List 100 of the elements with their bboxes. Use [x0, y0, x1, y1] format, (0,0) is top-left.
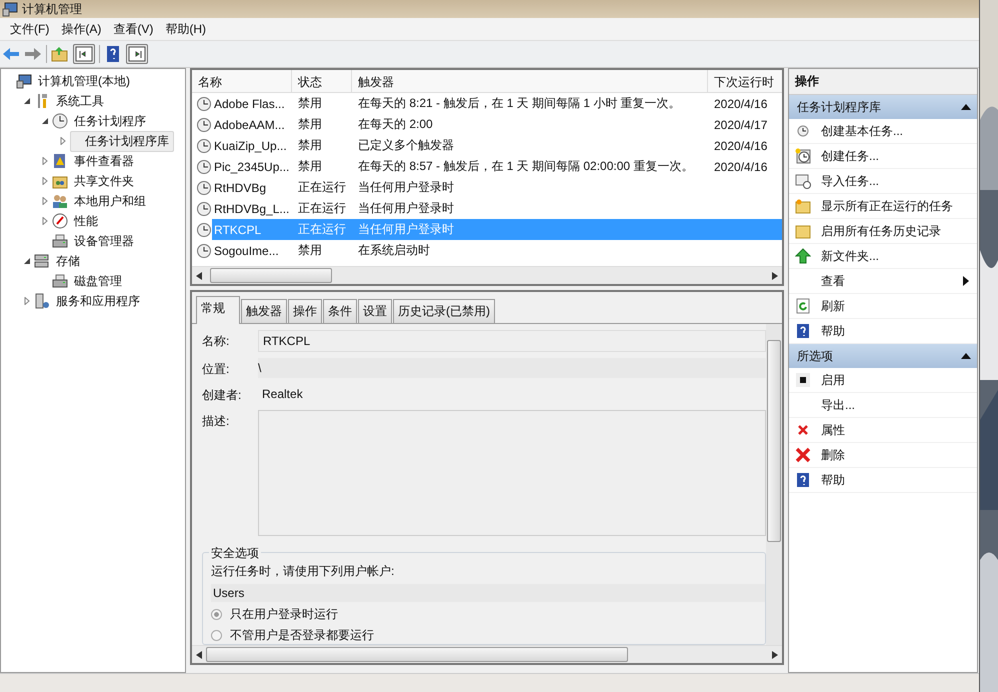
table-cell-text: 2020/4/16 [713, 138, 768, 152]
action-item[interactable]: 新文件夹... [789, 244, 977, 269]
table-cell-text: 在每天的 2:00 [357, 116, 434, 133]
action-item[interactable]: 帮助 [789, 468, 977, 493]
column-header[interactable]: 名称 [192, 70, 292, 92]
expanded-arrow-icon[interactable] [23, 257, 31, 265]
menu-item[interactable]: 操作(A) [55, 18, 108, 40]
section-header[interactable]: 所选项 [789, 344, 977, 368]
collapse-arrow-icon[interactable] [961, 353, 971, 359]
collapsed-arrow-icon[interactable] [41, 177, 49, 185]
vertical-scrollbar[interactable] [766, 324, 782, 645]
collapsed-arrow-icon[interactable] [41, 157, 49, 165]
column-header[interactable]: 下次运行时 [708, 70, 782, 92]
table-cell-text: 禁用 [297, 116, 323, 133]
column-header[interactable]: 状态 [292, 70, 352, 92]
folder-up-icon[interactable] [51, 46, 69, 62]
clock-icon [795, 123, 811, 139]
server-gear-icon [34, 293, 50, 309]
task-row[interactable]: Pic_2345Up... 禁用 在每天的 8:57 - 触发后，在 1 天 期间每隔 02:00:00 重复一次。 2020/4/16 [192, 156, 782, 177]
action-item[interactable]: 查看 [789, 269, 977, 294]
collapsed-arrow-icon[interactable] [41, 197, 49, 205]
description-field[interactable] [258, 410, 766, 536]
radio-label: 只在用户登录时运行 [230, 606, 338, 623]
task-row[interactable]: RtHDVBg 正在运行 当任何用户登录时 [192, 177, 782, 198]
horizontal-scrollbar[interactable] [192, 645, 782, 663]
tree-item[interactable]: 存储 [53, 252, 83, 270]
scroll-left-icon[interactable] [196, 650, 202, 658]
action-label: 属性 [821, 422, 845, 438]
section-title: 任务计划程序库 [797, 98, 881, 116]
action-item[interactable]: 启用 [789, 368, 977, 393]
tab[interactable]: 历史记录(已禁用) [393, 299, 495, 323]
tree-item[interactable]: 服务和应用程序 [53, 292, 143, 310]
tab[interactable]: 设置 [358, 299, 392, 323]
scroll-left-icon[interactable] [196, 272, 202, 280]
menu-item[interactable]: 文件(F) [4, 18, 56, 40]
tab[interactable]: 触发器 [241, 299, 287, 323]
tab[interactable]: 常规 [196, 296, 240, 324]
action-label: 新文件夹... [821, 248, 880, 264]
scroll-right-icon[interactable] [772, 650, 778, 658]
action-item[interactable]: 显示所有正在运行的任务 [789, 194, 977, 219]
action-item[interactable]: 导入任务... [789, 169, 977, 194]
clock-icon [196, 158, 212, 174]
task-row[interactable]: AdobeAAM... 禁用 在每天的 2:00 2020/4/17 [192, 114, 782, 135]
task-row[interactable]: KuaiZip_Up... 禁用 已定义多个触发器 2020/4/16 [192, 135, 782, 156]
help-icon[interactable] [104, 46, 122, 62]
refresh-icon [795, 298, 811, 314]
action-label: 启用所有任务历史记录 [821, 222, 941, 240]
collapse-arrow-icon[interactable] [961, 104, 971, 110]
collapsed-arrow-icon[interactable] [23, 297, 31, 305]
tree-item[interactable]: 任务计划程序 [71, 112, 149, 130]
clock-icon [196, 138, 212, 154]
action-item[interactable]: 删除 [789, 443, 977, 468]
scroll-right-icon[interactable] [772, 272, 778, 280]
column-header[interactable]: 触发器 [352, 70, 708, 92]
field-label: 名称: [202, 333, 230, 350]
tab[interactable]: 条件 [323, 299, 357, 323]
forward-arrow-icon[interactable] [24, 46, 42, 62]
menu-item[interactable]: 帮助(H) [159, 18, 212, 40]
action-item[interactable]: 创建基本任务... [789, 119, 977, 144]
action-item[interactable]: 创建任务... [789, 144, 977, 169]
task-row[interactable]: SogouIme... 禁用 在系统启动时 [192, 240, 782, 261]
expanded-arrow-icon[interactable] [41, 117, 49, 125]
collapsed-arrow-icon[interactable] [59, 137, 67, 145]
action-item[interactable]: 导出... [789, 393, 977, 418]
group-title: 安全选项 [209, 545, 261, 562]
action-item[interactable]: 启用所有任务历史记录 [789, 219, 977, 244]
tree-item[interactable]: 磁盘管理 [71, 272, 125, 290]
radio-button[interactable] [211, 609, 222, 620]
table-cell-text: 禁用 [297, 158, 323, 175]
task-row[interactable]: RtHDVBg_L... 正在运行 当任何用户登录时 [192, 198, 782, 219]
action-item[interactable]: 刷新 [789, 294, 977, 319]
clock-icon [196, 96, 212, 112]
back-arrow-icon[interactable] [2, 46, 20, 62]
tree-item[interactable]: 设备管理器 [71, 232, 137, 250]
table-cell-text: 正在运行 [297, 179, 347, 196]
help-icon [795, 323, 811, 339]
action-item[interactable]: 属性 [789, 418, 977, 443]
panel-toggle-icon[interactable] [73, 44, 95, 64]
collapsed-arrow-icon[interactable] [41, 217, 49, 225]
action-label: 删除 [821, 446, 845, 464]
radio-button[interactable] [211, 630, 222, 641]
tree-item[interactable]: 事件查看器 [71, 152, 137, 170]
tree-item[interactable]: 系统工具 [53, 92, 107, 110]
section-header[interactable]: 任务计划程序库 [789, 95, 977, 119]
tab[interactable]: 操作 [288, 299, 322, 323]
tree-item[interactable]: 本地用户和组 [71, 192, 149, 210]
expanded-arrow-icon[interactable] [23, 97, 31, 105]
tree-item[interactable]: 性能 [71, 212, 101, 230]
table-cell-text: 在每天的 8:57 - 触发后，在 1 天 期间每隔 02:00:00 重复一次。 [357, 158, 694, 175]
clock-icon [196, 180, 212, 196]
tree-item[interactable]: 共享文件夹 [71, 172, 137, 190]
tree-item[interactable]: 任务计划程序库 [70, 130, 174, 152]
menu-item[interactable]: 查看(V) [107, 18, 160, 40]
panel-toggle-icon[interactable] [126, 44, 148, 64]
task-row[interactable]: Adobe Flas... 禁用 在每天的 8:21 - 触发后，在 1 天 期间每隔 1 小时 重复一次。 2020/4/16 [192, 93, 782, 114]
tree-item[interactable]: 计算机管理(本地) [35, 72, 133, 90]
name-field[interactable]: RTKCPL [258, 330, 766, 352]
up-arrow-icon [795, 248, 811, 264]
horizontal-scrollbar[interactable] [192, 266, 782, 284]
clock-icon [196, 222, 212, 238]
